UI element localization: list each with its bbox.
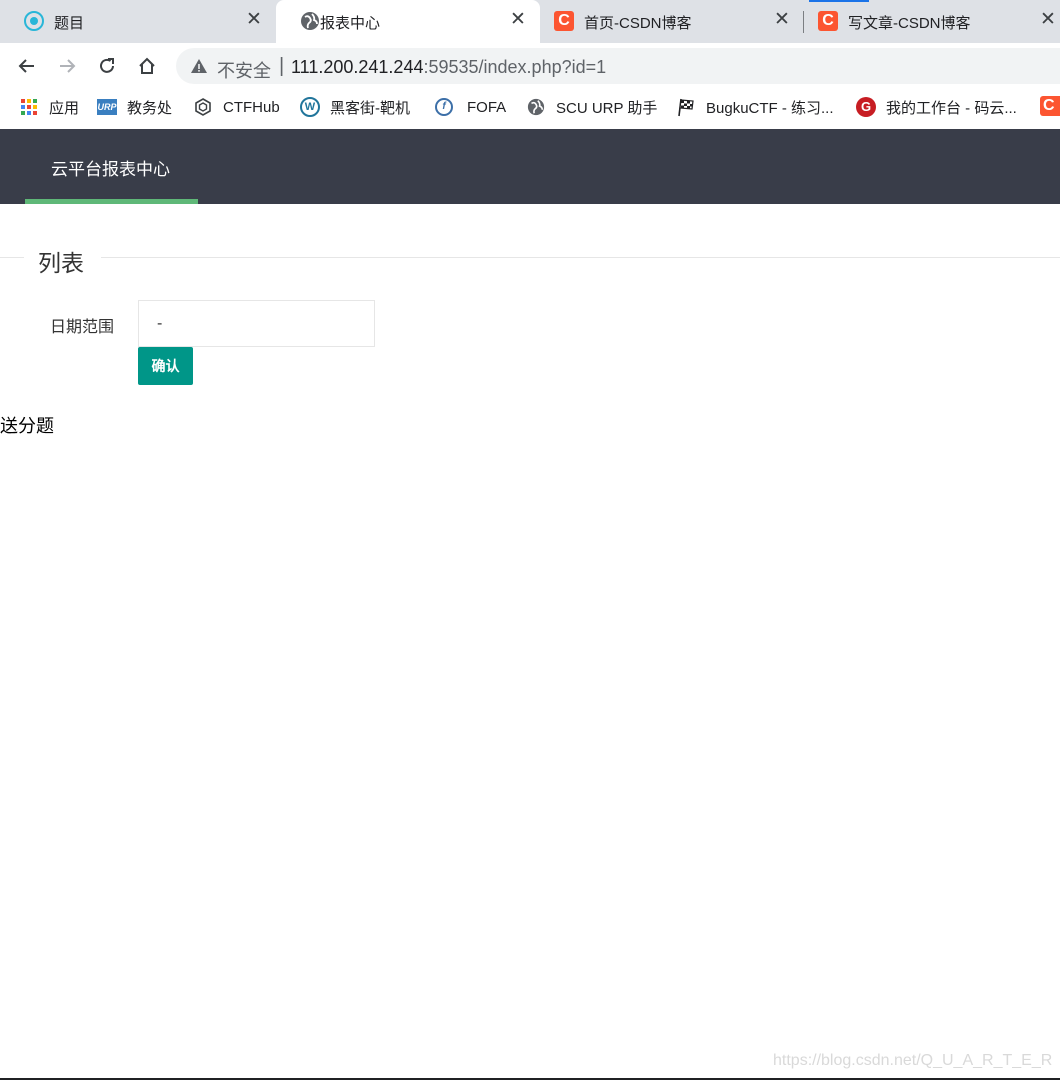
bookmark-label: SCU URP 助手 [556,99,658,117]
bookmark-scu-urp[interactable]: SCU URP 助手 [526,96,657,118]
tab-csdn-home[interactable]: C 首页-CSDN博客 ✕ [540,0,804,43]
url-text[interactable]: 111.200.241.244:59535/index.php?id=1 [291,57,606,78]
globe-icon [300,11,320,31]
tab-title: 写文章-CSDN博客 [848,15,971,32]
back-button[interactable] [13,52,41,80]
globe-icon [526,97,546,117]
tab-report-center[interactable]: 报表中心 ✕ [276,0,540,43]
url-host: 111.200.241.244 [291,57,424,77]
fieldset-border [0,257,24,258]
browser-toolbar: 不安全 | 111.200.241.244:59535/index.php?id… [0,43,1060,89]
ctfhub-icon [193,97,213,117]
date-range-label: 日期范围 [50,319,115,336]
bookmark-fofa[interactable]: f FOFA [434,96,506,118]
home-icon [139,57,155,74]
confirm-button[interactable]: 确认 [138,347,193,385]
checkered-flag-icon [676,97,696,117]
urp-icon: URP [97,97,117,117]
close-icon[interactable]: ✕ [244,10,264,30]
close-icon[interactable]: ✕ [772,10,792,30]
browser-tab-strip: 题目 ✕ 报表中心 ✕ C 首页-CSDN博客 ✕ C 写文章-CSDN博客 ✕ [0,0,1060,43]
bookmark-label: 我的工作台 - 码云... [886,99,1017,117]
tab-title: 题目 [54,15,85,32]
apps-grid-icon [19,97,39,117]
home-button[interactable] [133,52,161,80]
fieldset-legend: 列表 [38,250,84,276]
bookmark-ctfhub[interactable]: CTFHub [193,96,280,118]
bookmark-bugkuctf[interactable]: BugkuCTF - 练习... [676,96,834,118]
reload-icon [100,58,114,73]
site-globe-teal-icon [24,11,44,31]
tab-title: 报表中心 [320,15,381,32]
date-range-input[interactable]: - [138,300,375,347]
bookmark-gitee[interactable]: G 我的工作台 - 码云... [856,96,1017,118]
gitee-icon: G [856,97,876,117]
tab-title: 首页-CSDN博客 [584,15,692,32]
tab-csdn-write[interactable]: C 写文章-CSDN博客 ✕ [804,0,1060,43]
close-icon[interactable]: ✕ [1038,10,1058,30]
bookmark-label: BugkuCTF - 练习... [706,99,834,117]
forward-arrow-icon [60,59,76,73]
back-arrow-icon [18,59,34,73]
bookmark-label: CTFHub [223,98,280,116]
reload-button[interactable] [93,52,121,80]
wordpress-icon: W [300,97,320,117]
csdn-icon[interactable]: C [1040,96,1060,116]
bookmark-label: 教务处 [127,99,173,117]
bookmark-label: 应用 [49,99,80,117]
address-separator: | [279,55,285,77]
close-icon[interactable]: ✕ [508,10,528,30]
body-text: 送分题 [0,416,54,436]
forward-button[interactable] [53,52,81,80]
bookmark-heikejie[interactable]: W 黑客街-靶机 [300,96,410,118]
url-path: :59535/index.php?id=1 [423,57,607,77]
watermark: https://blog.csdn.net/Q_U_A_R_T_E_R [773,1052,1053,1069]
page-header: 云平台报表中心 [0,129,1060,204]
csdn-icon: C [818,11,838,31]
bookmarks-bar: 应用 URP 教务处 CTFHub W 黑客街-靶机 f FOFA SCU UR… [0,89,1060,125]
fofa-icon: f [434,97,454,117]
nav-item-label: 云平台报表中心 [51,160,170,179]
csdn-icon: C [554,11,574,31]
bookmark-jiaowuchu[interactable]: URP 教务处 [97,96,172,118]
bookmark-apps[interactable]: 应用 [19,96,79,118]
nav-item-report-center[interactable]: 云平台报表中心 [25,129,198,204]
warning-triangle-icon[interactable] [190,57,208,80]
fieldset-border [101,257,1060,258]
bookmark-label: FOFA [467,98,507,116]
security-label[interactable]: 不安全 [217,57,271,83]
tab-ti-mu[interactable]: 题目 ✕ [0,0,276,43]
nav-active-indicator [25,199,198,204]
bookmark-label: 黑客街-靶机 [330,99,410,117]
address-bar[interactable]: 不安全 | 111.200.241.244:59535/index.php?id… [176,48,1060,84]
